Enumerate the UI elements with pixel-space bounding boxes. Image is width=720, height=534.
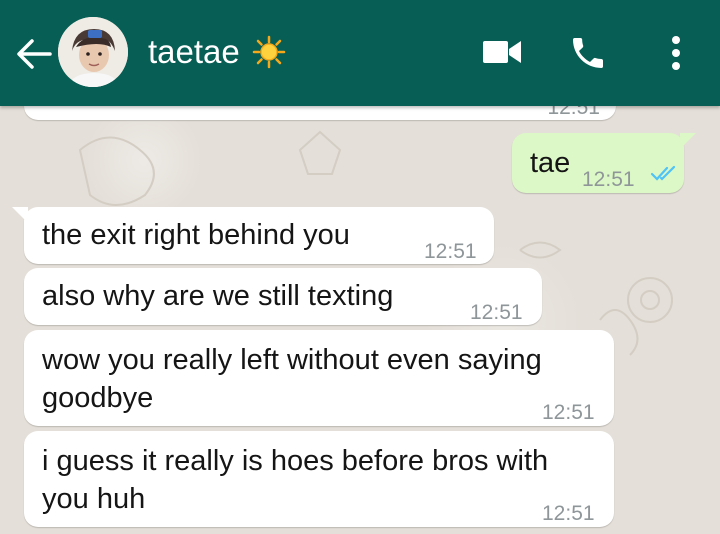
message-text-line: i guess it really is hoes before bros wi… — [42, 445, 549, 477]
incoming-message-bubble[interactable]: also why are we still texting 12:51 — [24, 268, 542, 325]
back-button[interactable] — [14, 36, 54, 72]
video-call-icon[interactable] — [482, 37, 522, 67]
message-text: also why are we still texting — [42, 280, 394, 312]
message-time: 12:51 — [470, 301, 523, 324]
double-check-icon — [650, 165, 676, 181]
sun-icon — [252, 35, 285, 69]
contact-avatar[interactable] — [58, 17, 128, 87]
avatar-image — [58, 17, 128, 87]
incoming-message-bubble[interactable]: the exit right behind you 12:51 — [12, 207, 494, 264]
message-text: the exit right behind you — [42, 219, 350, 251]
message-text: tae — [530, 147, 571, 179]
incoming-message-bubble[interactable]: wow you really left without even saying … — [24, 330, 614, 426]
chat-header: taetae — [0, 0, 720, 106]
outgoing-message-bubble[interactable]: tae 12:51 — [512, 133, 696, 193]
incoming-message-bubble[interactable]: i guess it really is hoes before bros wi… — [24, 431, 614, 527]
contact-name: taetae — [148, 33, 240, 70]
message-text-line: goodbye — [42, 382, 154, 414]
contact-title[interactable]: taetae — [148, 33, 286, 71]
more-vertical-icon[interactable] — [666, 35, 686, 71]
message-text-line: you huh — [42, 483, 146, 515]
bubble-tail — [680, 133, 696, 149]
arrow-left-icon — [17, 39, 52, 69]
message-time: 12:51 — [424, 240, 477, 263]
message-text-line: wow you really left without even saying — [42, 344, 542, 376]
message-time: 12:51 — [542, 502, 595, 525]
bubble-tail — [12, 207, 28, 223]
message-time: 12:51 — [582, 168, 635, 191]
phone-icon[interactable] — [568, 33, 608, 73]
message-time: 12:51 — [542, 401, 595, 424]
